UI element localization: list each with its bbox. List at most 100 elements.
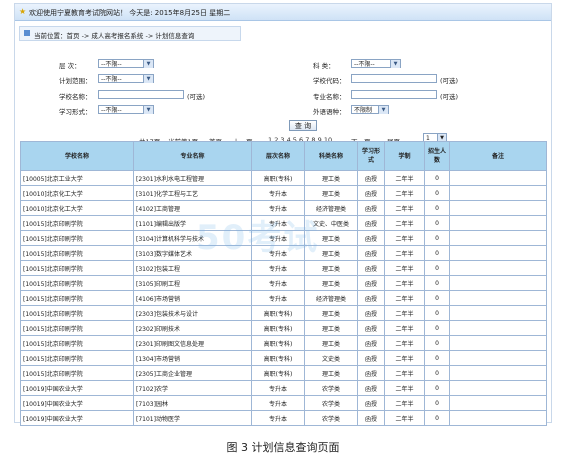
table-cell: 高职(专科) bbox=[251, 350, 305, 366]
table-cell: 理工类 bbox=[304, 170, 358, 186]
table-row: [10015]北京印刷学院 [2303]包装技术与设计 高职(专科) 理工类 函授 二年半… bbox=[20, 305, 547, 321]
table-cell: [7101]动物医学 bbox=[133, 410, 252, 426]
chevron-down-icon: ▼ bbox=[378, 106, 388, 114]
figure-caption: 图 3 计划信息查询页面 bbox=[226, 441, 340, 454]
table-cell: 农学类 bbox=[304, 410, 358, 426]
table-cell: 二年半 bbox=[384, 335, 425, 351]
table-header-row: 学校名称 专业名称 层次名称 科类名称 学习形式 学制 招生人数 备注 bbox=[20, 141, 547, 171]
table-cell: 函授 bbox=[357, 320, 385, 336]
table-cell: 经济管理类 bbox=[304, 290, 358, 306]
table-row: [10019]中国农业大学 [7103]园林 专升本 农学类 函授 二年半 0 bbox=[20, 395, 547, 411]
table-cell: 高职(专科) bbox=[251, 170, 305, 186]
table-cell bbox=[449, 320, 547, 336]
table-cell: 函授 bbox=[357, 260, 385, 276]
table-cell: 0 bbox=[424, 335, 450, 351]
table-cell: [4106]市场营销 bbox=[133, 290, 252, 306]
table-cell: 0 bbox=[424, 245, 450, 261]
table-cell: 理工类 bbox=[304, 185, 358, 201]
table-cell: 函授 bbox=[357, 380, 385, 396]
table-cell: 高职(专科) bbox=[251, 335, 305, 351]
table-cell bbox=[449, 230, 547, 246]
table-cell: 函授 bbox=[357, 365, 385, 381]
table-cell: 文史类 bbox=[304, 350, 358, 366]
major-name-input[interactable] bbox=[351, 90, 437, 99]
table-cell: 二年半 bbox=[384, 395, 425, 411]
table-cell: 二年半 bbox=[384, 275, 425, 291]
location-icon bbox=[24, 30, 30, 36]
table-cell: [1304]市场营销 bbox=[133, 350, 252, 366]
table-cell bbox=[449, 410, 547, 426]
table-cell: [7102]农学 bbox=[133, 380, 252, 396]
table-cell: [2303]包装技术与设计 bbox=[133, 305, 252, 321]
table-cell: 函授 bbox=[357, 230, 385, 246]
optional-hint: (可选) bbox=[440, 93, 459, 101]
foreign-lang-select[interactable]: 不限制 ▼ bbox=[351, 105, 389, 114]
category-label: 科 类： bbox=[313, 62, 335, 70]
table-row: [10015]北京印刷学院 [2305]工商企业管理 高职(专科) 理工类 函授 二年半 0 bbox=[20, 365, 547, 381]
table-cell: [10015]北京印刷学院 bbox=[20, 350, 134, 366]
table-cell: 二年半 bbox=[384, 230, 425, 246]
col-header-duration: 学制 bbox=[384, 141, 425, 171]
major-name-label: 专业名称： bbox=[313, 93, 346, 101]
table-cell bbox=[449, 395, 547, 411]
chevron-down-icon: ▼ bbox=[390, 60, 400, 68]
table-cell: [3101]化学工程与工艺 bbox=[133, 185, 252, 201]
table-row: [10015]北京印刷学院 [2302]印刷技术 高职(专科) 理工类 函授 二年半 0 bbox=[20, 320, 547, 336]
table-cell: [10019]中国农业大学 bbox=[20, 380, 134, 396]
table-cell: [10015]北京印刷学院 bbox=[20, 260, 134, 276]
plan-scope-label: 计划范围： bbox=[59, 77, 92, 85]
table-cell: 高职(专科) bbox=[251, 320, 305, 336]
col-header-study-form: 学习形式 bbox=[357, 141, 385, 171]
table-cell bbox=[449, 200, 547, 216]
table-cell: [10015]北京印刷学院 bbox=[20, 320, 134, 336]
level-label: 层 次： bbox=[59, 62, 81, 70]
table-cell bbox=[449, 170, 547, 186]
table-cell: 二年半 bbox=[384, 170, 425, 186]
table-cell: 函授 bbox=[357, 200, 385, 216]
breadcrumb-text: 当前位置：首页 -> 成人高考报名系统 -> 计划信息查询 bbox=[34, 32, 195, 40]
table-cell: 函授 bbox=[357, 410, 385, 426]
study-form-select[interactable]: --不限-- ▼ bbox=[98, 105, 154, 114]
table-cell: [10015]北京印刷学院 bbox=[20, 275, 134, 291]
table-cell: 函授 bbox=[357, 215, 385, 231]
table-cell: 函授 bbox=[357, 170, 385, 186]
table-cell bbox=[449, 335, 547, 351]
table-row: [10010]北京化工大学 [3101]化学工程与工艺 专升本 理工类 函授 二年半 0 bbox=[20, 185, 547, 201]
table-cell: [2305]工商企业管理 bbox=[133, 365, 252, 381]
category-select[interactable]: --不限-- ▼ bbox=[351, 59, 401, 68]
plan-scope-select[interactable]: --不限-- ▼ bbox=[98, 74, 154, 83]
col-header-level: 层次名称 bbox=[251, 141, 305, 171]
table-cell: 二年半 bbox=[384, 260, 425, 276]
table-cell: [10010]北京化工大学 bbox=[20, 200, 134, 216]
plan-table: 学校名称 专业名称 层次名称 科类名称 学习形式 学制 招生人数 备注 [100… bbox=[20, 141, 547, 426]
table-cell: 二年半 bbox=[384, 245, 425, 261]
school-code-label: 学校代码： bbox=[313, 77, 346, 85]
table-cell: 专升本 bbox=[251, 185, 305, 201]
table-cell bbox=[449, 305, 547, 321]
table-cell: 二年半 bbox=[384, 290, 425, 306]
chevron-down-icon: ▼ bbox=[143, 60, 153, 68]
table-row: [10015]北京印刷学院 [3105]印刷工程 专升本 理工类 函授 二年半 0 bbox=[20, 275, 547, 291]
table-cell: 0 bbox=[424, 305, 450, 321]
foreign-lang-label: 外语语种： bbox=[313, 108, 346, 116]
table-cell: 二年半 bbox=[384, 410, 425, 426]
table-cell: [3105]印刷工程 bbox=[133, 275, 252, 291]
table-cell: [2302]印刷技术 bbox=[133, 320, 252, 336]
school-code-input[interactable] bbox=[351, 74, 437, 83]
school-name-input[interactable] bbox=[98, 90, 184, 99]
col-header-major: 专业名称 bbox=[133, 141, 252, 171]
table-cell: 0 bbox=[424, 170, 450, 186]
query-button[interactable]: 查 询 bbox=[289, 120, 317, 131]
table-cell: 0 bbox=[424, 320, 450, 336]
table-cell: [10015]北京印刷学院 bbox=[20, 290, 134, 306]
table-cell: 函授 bbox=[357, 185, 385, 201]
table-cell: 0 bbox=[424, 275, 450, 291]
watermark: 50考试 bbox=[196, 218, 320, 258]
col-header-remark: 备注 bbox=[449, 141, 547, 171]
optional-hint: (可选) bbox=[440, 77, 459, 85]
table-cell: [10015]北京印刷学院 bbox=[20, 305, 134, 321]
level-select[interactable]: --不限-- ▼ bbox=[98, 59, 154, 68]
table-cell bbox=[449, 290, 547, 306]
table-cell: 二年半 bbox=[384, 350, 425, 366]
table-cell: [10019]中国农业大学 bbox=[20, 395, 134, 411]
